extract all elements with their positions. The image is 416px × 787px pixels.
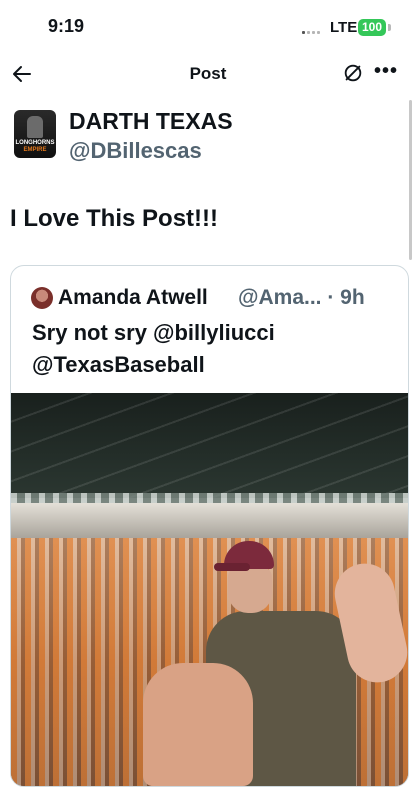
upper-deck xyxy=(11,503,408,538)
scrollbar[interactable] xyxy=(409,100,412,260)
horns-hand xyxy=(143,663,253,786)
cap-brim xyxy=(214,563,250,571)
quoted-author-name[interactable]: Amanda Atwell xyxy=(58,286,208,310)
no-sign-icon[interactable] xyxy=(342,62,364,84)
quoted-text-line-2: @TexasBaseball xyxy=(32,352,205,377)
nav-bar: Post ••• xyxy=(0,54,416,94)
stadium-roof xyxy=(11,393,408,498)
signal-icon xyxy=(302,26,324,34)
battery-tip xyxy=(388,24,391,31)
quoted-photo[interactable] xyxy=(11,393,408,786)
network-label: LTE xyxy=(330,19,358,36)
avatar-statue xyxy=(27,116,43,138)
post-text: I Love This Post!!! xyxy=(10,205,219,232)
quoted-avatar[interactable] xyxy=(31,287,53,309)
avatar-brand-text: LONGHORNS xyxy=(15,140,55,146)
stadium-lights xyxy=(11,493,408,503)
author-handle[interactable]: @DBillescas xyxy=(69,138,202,164)
avatar-brand-text-2: EMPIRE xyxy=(23,147,47,153)
status-bar: 9:19 LTE 100 xyxy=(0,0,416,54)
status-time: 9:19 xyxy=(48,16,85,36)
more-icon[interactable]: ••• xyxy=(374,60,398,83)
battery-icon: 100 xyxy=(358,19,386,36)
quoted-text-line-1: Sry not sry @billyliucci xyxy=(32,320,275,345)
author-name[interactable]: DARTH TEXAS xyxy=(69,108,233,135)
quoted-post-card[interactable]: Amanda Atwell @Ama... · 9h Sry not sry @… xyxy=(10,265,409,787)
quoted-handle-time: @Ama... · 9h xyxy=(238,286,365,309)
author-avatar[interactable]: LONGHORNS EMPIRE xyxy=(14,110,56,158)
man-face xyxy=(228,567,272,613)
